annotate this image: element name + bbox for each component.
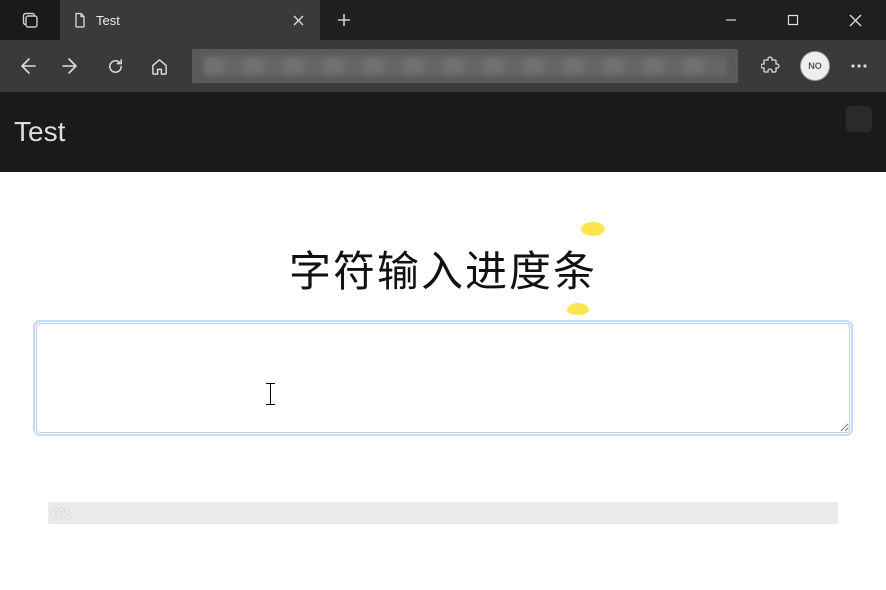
refresh-button[interactable] — [94, 45, 136, 87]
arrow-left-icon — [17, 56, 37, 76]
address-bar[interactable] — [192, 49, 738, 83]
tabs-icon — [22, 12, 38, 28]
text-cursor-icon — [270, 383, 271, 405]
ellipsis-icon — [849, 56, 869, 76]
close-icon — [849, 14, 862, 27]
heading-container: 字符输入进度条 — [289, 238, 597, 299]
highlight-mark — [581, 222, 605, 236]
window-titlebar: Test — [0, 0, 886, 40]
home-button[interactable] — [138, 45, 180, 87]
avatar-icon: NO — [800, 51, 830, 81]
tab-close-button[interactable] — [288, 10, 308, 30]
address-bar-content — [204, 57, 726, 75]
highlight-mark — [567, 303, 589, 315]
close-window-button[interactable] — [824, 0, 886, 40]
arrow-right-icon — [61, 56, 81, 76]
tab-title: Test — [96, 13, 280, 28]
new-tab-button[interactable] — [320, 0, 368, 40]
tab-strip: Test — [60, 0, 700, 40]
extensions-button[interactable] — [750, 45, 792, 87]
home-icon — [150, 57, 169, 76]
text-input[interactable] — [36, 323, 850, 433]
puzzle-icon — [761, 56, 781, 76]
close-icon — [293, 15, 304, 26]
page-title: Test — [14, 116, 65, 148]
browser-tab[interactable]: Test — [60, 0, 320, 40]
page-icon — [72, 12, 88, 28]
profile-button[interactable]: NO — [794, 45, 836, 87]
refresh-icon — [106, 57, 125, 76]
minimize-button[interactable] — [700, 0, 762, 40]
forward-button[interactable] — [50, 45, 92, 87]
page-content: 字符输入进度条 0% — [0, 172, 886, 544]
progress-bar: 0% — [48, 502, 838, 524]
page-header: Test — [0, 92, 886, 172]
maximize-icon — [787, 14, 799, 26]
more-button[interactable] — [838, 45, 880, 87]
plus-icon — [337, 13, 351, 27]
minimize-icon — [725, 14, 737, 26]
window-controls — [700, 0, 886, 40]
main-heading: 字符输入进度条 — [289, 238, 597, 299]
header-action[interactable] — [846, 106, 872, 132]
progress-label: 0% — [52, 506, 71, 521]
browser-toolbar: NO — [0, 40, 886, 92]
tab-actions-button[interactable] — [0, 0, 60, 40]
maximize-button[interactable] — [762, 0, 824, 40]
progress-container: 0% — [48, 502, 838, 524]
back-button[interactable] — [6, 45, 48, 87]
